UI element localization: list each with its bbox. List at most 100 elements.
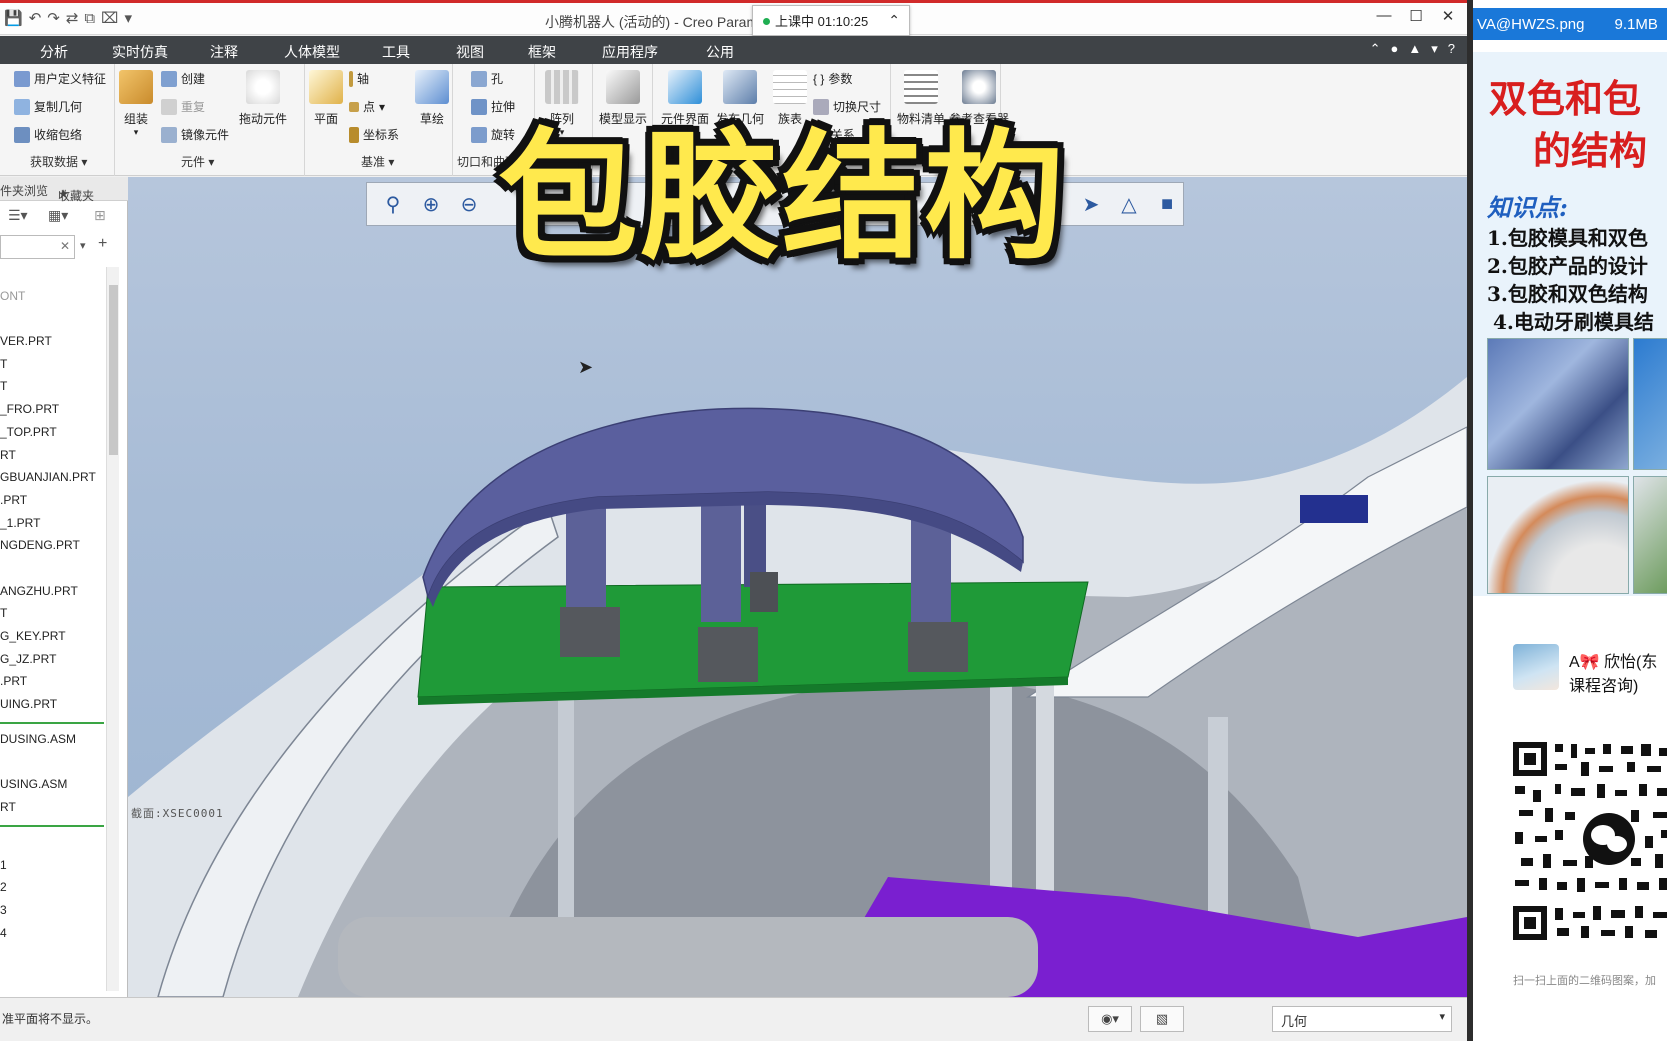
redo-icon[interactable]: ↷ [47, 9, 60, 29]
tree-item[interactable]: 1 [0, 858, 7, 872]
extrude-button[interactable]: 拉伸 [471, 98, 515, 115]
hole-button[interactable]: 孔 [471, 70, 503, 87]
switch-dimensions-button[interactable]: 切换尺寸 [813, 98, 881, 115]
tab-framework[interactable]: 框架 [528, 42, 556, 62]
tree-search-input[interactable]: ✕ [0, 235, 75, 259]
add-icon[interactable]: + [98, 235, 107, 253]
mirror-component-button[interactable]: 镜像元件 [161, 126, 229, 143]
point-button[interactable]: 点 ▾ [349, 98, 385, 115]
tree-item[interactable]: ONT [0, 289, 25, 303]
tab-view[interactable]: 视图 [456, 42, 484, 62]
tree-item[interactable]: .PRT [0, 493, 27, 507]
shrinkwrap-button[interactable]: 收缩包络 [14, 126, 82, 143]
tab-annotate[interactable]: 注释 [210, 42, 238, 62]
qat-dropdown-icon[interactable]: ▾ [124, 9, 132, 29]
user-icon[interactable]: ● [1391, 41, 1399, 57]
close-icon[interactable]: ✕ [1439, 7, 1457, 25]
tab-tools[interactable]: 工具 [382, 42, 410, 62]
undo-icon[interactable]: ↶ [29, 9, 42, 29]
collapse-ribbon-icon[interactable]: ⌃ [1370, 41, 1381, 57]
tree-item[interactable]: G_KEY.PRT [0, 629, 66, 643]
class-timer-pill[interactable]: 上课中 01:10:25 ⌃ [752, 5, 910, 36]
learning-icon[interactable]: ▲ [1408, 41, 1421, 57]
hole-icon [471, 70, 487, 87]
repeat-button[interactable]: 重复 [161, 98, 205, 115]
promo-headline: 双色和包 [1489, 76, 1642, 121]
tree-item[interactable]: USING.ASM [0, 777, 67, 791]
tree-item[interactable]: _FRO.PRT [0, 402, 59, 416]
tree-columns-icon[interactable]: ⊞ [94, 207, 106, 224]
tree-item[interactable]: 3 [0, 903, 7, 917]
close-window-icon[interactable]: ⌧ [101, 9, 118, 29]
selection-list-button[interactable]: ▧ [1140, 1006, 1184, 1032]
tree-item[interactable]: 2 [0, 880, 7, 894]
tree-item[interactable]: UING.PRT [0, 697, 57, 711]
tab-folder-browser[interactable]: 件夹浏览 [0, 182, 48, 199]
tab-common[interactable]: 公用 [706, 42, 734, 62]
assemble-icon [119, 70, 153, 104]
dropdown-icon[interactable]: ▾ [1431, 41, 1438, 57]
tree-item[interactable]: 4 [0, 926, 7, 940]
tree-item[interactable]: _1.PRT [0, 516, 40, 530]
chevron-up-icon[interactable]: ⌃ [888, 12, 900, 29]
help-icon[interactable]: ? [1448, 41, 1455, 57]
find-button[interactable]: ◉▾ [1088, 1006, 1132, 1032]
tab-simulation[interactable]: 实时仿真 [112, 42, 168, 62]
group-label-component[interactable]: 元件 ▾ [181, 153, 214, 170]
zoom-out-icon[interactable]: ⊖ [453, 188, 485, 220]
point-icon [349, 101, 359, 112]
clear-icon[interactable]: ✕ [60, 239, 70, 253]
windows-icon[interactable]: ⧉ [84, 9, 95, 29]
refit-icon[interactable]: ⚲ [377, 188, 409, 220]
datum-display-icon[interactable]: ➤ [1075, 188, 1107, 220]
spin-center-icon[interactable]: ■ [1151, 188, 1183, 220]
tab-analysis[interactable]: 分析 [40, 42, 68, 62]
tree-item[interactable]: _TOP.PRT [0, 425, 57, 439]
tree-item[interactable]: .PRT [0, 674, 27, 688]
tree-item[interactable]: T [0, 357, 7, 371]
tree-item[interactable]: RT [0, 800, 16, 814]
knowledge-point: 1.包胶模具和双色 [1487, 226, 1648, 250]
minimize-icon[interactable]: — [1375, 7, 1393, 25]
tab-manikin[interactable]: 人体模型 [284, 42, 340, 62]
user-feature-button[interactable]: 用户定义特征 [14, 70, 106, 87]
regenerate-icon[interactable]: ⇄ [66, 9, 79, 29]
tree-divider [0, 722, 104, 724]
selection-filter-select[interactable]: 几何 ▾ [1272, 1006, 1452, 1032]
graphics-viewport[interactable]: ⚲ ⊕ ⊖ ▣ ➤ △ ■ 截面:XSEC0001 ➤ [128, 177, 1467, 997]
drag-component-button[interactable]: 拖动元件 [239, 70, 287, 127]
annotation-display-icon[interactable]: △ [1113, 188, 1145, 220]
tree-item[interactable]: ANGZHU.PRT [0, 584, 78, 598]
tree-scrollbar[interactable] [106, 267, 119, 991]
csys-button[interactable]: 坐标系 [349, 126, 399, 143]
sketch-button[interactable]: 草绘 [415, 70, 449, 127]
zoom-in-icon[interactable]: ⊕ [415, 188, 447, 220]
switch [560, 607, 620, 657]
create-button[interactable]: 创建 [161, 70, 205, 87]
maximize-icon[interactable]: ☐ [1407, 7, 1425, 25]
tab-applications[interactable]: 应用程序 [602, 42, 658, 62]
promo-headline-2: 的结构 [1533, 128, 1648, 173]
tree-item[interactable]: DUSING.ASM [0, 732, 76, 746]
tree-item[interactable]: VER.PRT [0, 334, 52, 348]
tree-settings-icon[interactable]: ☰▾ [8, 207, 28, 224]
tree-item[interactable]: T [0, 606, 7, 620]
axis-button[interactable]: 轴 [349, 70, 369, 87]
search-dropdown-icon[interactable]: ▾ [80, 239, 86, 252]
assemble-button[interactable]: 组装 ▾ [119, 70, 153, 138]
group-label-datum[interactable]: 基准 ▾ [361, 153, 394, 170]
copy-geometry-button[interactable]: 复制几何 [14, 98, 82, 115]
plane-button[interactable]: 平面 [309, 70, 343, 127]
tree-item[interactable]: RT [0, 448, 16, 462]
scrollbar-thumb[interactable] [109, 285, 118, 455]
tree-filter-icon[interactable]: ▦▾ [48, 207, 68, 224]
tree-item[interactable]: G_JZ.PRT [0, 652, 56, 666]
save-icon[interactable]: 💾 [4, 9, 23, 29]
tree-item[interactable]: T [0, 379, 7, 393]
group-label-get-data[interactable]: 获取数据 ▾ [30, 153, 87, 170]
repeat-icon [161, 98, 177, 115]
tree-item[interactable]: GBUANJIAN.PRT [0, 470, 96, 484]
parameters-button[interactable]: { } 参数 [813, 70, 852, 87]
tree-item[interactable]: NGDENG.PRT [0, 538, 80, 552]
qr-code [1511, 740, 1667, 942]
